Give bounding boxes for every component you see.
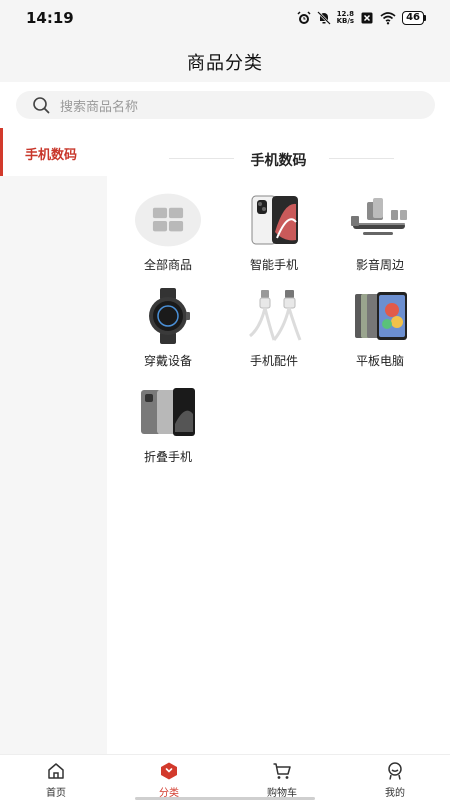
category-all-products[interactable]: 全部商品 (128, 192, 208, 274)
search-bar: 搜索商品名称 (0, 82, 450, 128)
category-audio-video[interactable]: 影音周边 (340, 192, 420, 274)
status-time: 14:19 (26, 9, 74, 27)
section-title: 手机数码 (250, 153, 307, 169)
no-sim-icon (361, 12, 373, 24)
battery-icon: 46 (402, 11, 426, 25)
page-title: 商品分类 (187, 53, 263, 74)
status-bar: 14:19 12.8 KB/s 46 (0, 0, 450, 38)
wifi-icon (380, 12, 396, 25)
battery-level: 46 (402, 11, 424, 25)
alarm-icon (297, 11, 311, 24)
active-indicator (0, 128, 3, 176)
search-icon (33, 97, 50, 114)
foldable-phone-image (135, 384, 201, 440)
category-icon (161, 762, 177, 780)
category-tablets[interactable]: 平板电脑 (340, 288, 420, 370)
cart-icon (273, 763, 291, 779)
category-smartphones[interactable]: 智能手机 (234, 192, 314, 274)
sidebar-item-phones-digital[interactable]: 手机数码 (0, 128, 107, 176)
audio-image (347, 192, 413, 248)
category-label: 平板电脑 (355, 354, 404, 368)
category-content: 手机数码 全部商品 智能手机 影音周边 穿戴设备 手机配件 平板电脑 折叠手机 (107, 128, 450, 754)
search-input[interactable]: 搜索商品名称 (16, 91, 435, 119)
grid-icon (135, 192, 201, 248)
category-label: 影音周边 (355, 258, 404, 272)
category-label: 智能手机 (249, 258, 298, 272)
cable-image (241, 288, 307, 344)
tab-profile[interactable]: 我的 (355, 761, 435, 799)
category-label: 手机配件 (249, 354, 298, 368)
category-label: 全部商品 (143, 258, 192, 272)
sidebar-item-label: 手机数码 (25, 148, 78, 163)
divider (329, 158, 394, 159)
tab-cart[interactable]: 购物车 (242, 761, 322, 799)
bottom-tab-bar: 首页 分类 购物车 我的 (0, 754, 450, 800)
network-speed: 12.8 KB/s (337, 11, 354, 25)
network-speed-unit: KB/s (336, 17, 355, 25)
tab-label: 我的 (385, 788, 405, 799)
search-placeholder: 搜索商品名称 (60, 99, 139, 115)
tab-category[interactable]: 分类 (129, 761, 209, 799)
category-label: 折叠手机 (143, 450, 192, 464)
category-sidebar: 手机数码 (0, 128, 107, 754)
page-header: 商品分类 (0, 38, 450, 82)
profile-icon (388, 762, 402, 780)
tab-label: 首页 (46, 788, 66, 799)
category-foldable-phones[interactable]: 折叠手机 (128, 384, 208, 466)
home-icon (48, 763, 64, 779)
category-label: 穿戴设备 (143, 354, 192, 368)
tablet-image (347, 288, 413, 344)
mute-bell-icon (316, 11, 331, 25)
status-icons: 12.8 KB/s 46 (297, 9, 426, 27)
category-wearables[interactable]: 穿戴设备 (128, 288, 208, 370)
section-header: 手机数码 (107, 148, 450, 169)
category-phone-accessories[interactable]: 手机配件 (234, 288, 314, 370)
tab-home[interactable]: 首页 (16, 761, 96, 799)
smartphone-image (241, 192, 307, 248)
smartwatch-image (135, 288, 201, 344)
